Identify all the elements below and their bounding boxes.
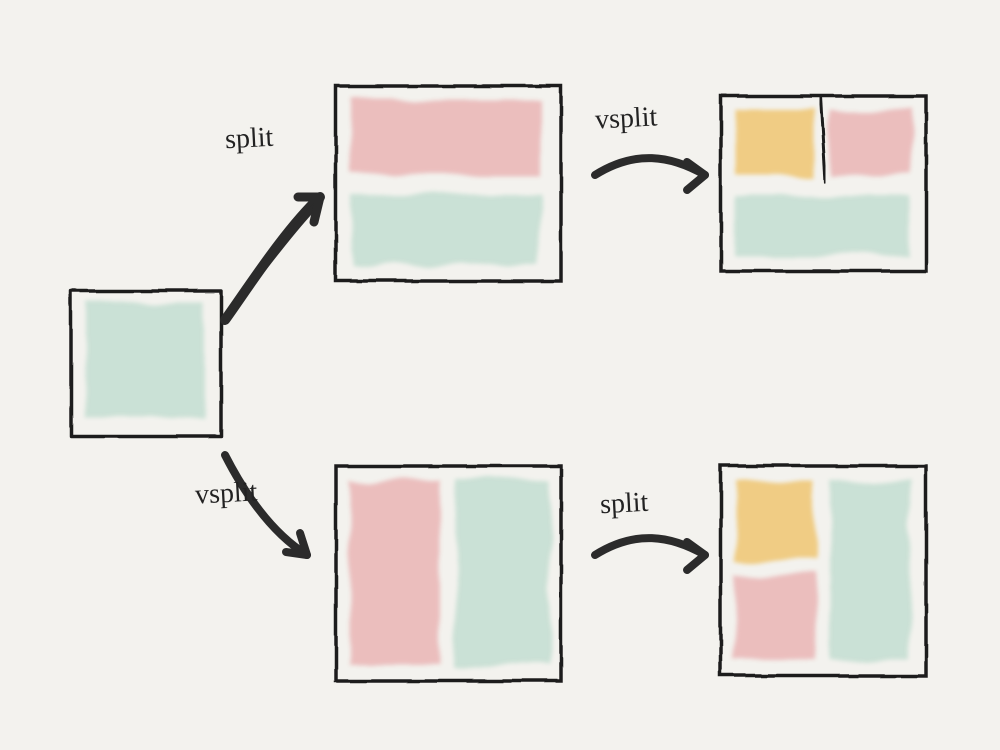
diagram-stage: split vsplit vsplit split: [0, 0, 1000, 750]
node-top-end: [720, 95, 925, 270]
arrow-split: [225, 197, 320, 320]
node-bot-mid: [335, 465, 560, 680]
arrow-split-bottom: [595, 538, 705, 570]
label-split-top: split: [224, 124, 274, 154]
arrow-vsplit-top: [595, 158, 705, 190]
label-split-bottom: split: [599, 489, 649, 519]
label-vsplit-top: vsplit: [594, 103, 658, 134]
node-bot-end: [720, 465, 925, 675]
node-top-mid: [335, 85, 560, 280]
label-vsplit-bottom: vsplit: [194, 478, 258, 509]
node-start: [70, 290, 220, 435]
diagram-svg: [0, 0, 1000, 750]
